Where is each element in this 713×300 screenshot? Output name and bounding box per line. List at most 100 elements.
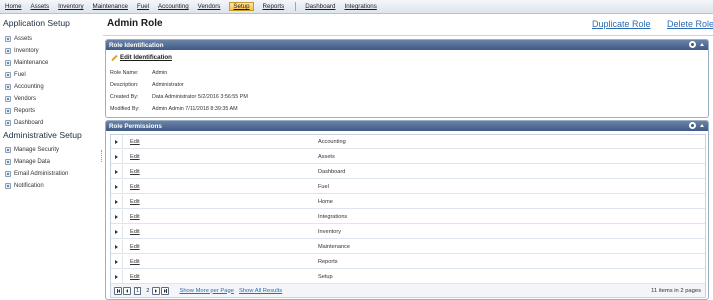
sidebar-item-label: Inventory	[14, 47, 39, 54]
table-row: Edit Fuel	[111, 179, 705, 194]
expand-row-icon[interactable]	[111, 149, 123, 164]
expand-row-icon[interactable]	[111, 254, 123, 269]
next-page-icon[interactable]	[152, 286, 161, 295]
edit-link[interactable]: Edit	[130, 169, 318, 175]
field-label: Created By:	[110, 94, 139, 100]
edit-identification-link[interactable]: Edit Identification	[110, 54, 172, 61]
sidebar-item-notification[interactable]: Notification	[5, 181, 44, 190]
menu-setup[interactable]: Setup	[229, 2, 254, 11]
menu-assets[interactable]: Assets	[31, 3, 50, 10]
panel-controls	[689, 122, 704, 129]
edit-link[interactable]: Edit	[130, 154, 318, 160]
sidebar: Application Setup Assets Inventory Maint…	[0, 14, 100, 300]
sidebar-item-inventory[interactable]: Inventory	[5, 46, 39, 55]
expand-row-icon[interactable]	[111, 134, 123, 149]
sidebar-item-fuel[interactable]: Fuel	[5, 70, 26, 79]
edit-identification-label: Edit Identification	[120, 54, 172, 61]
sidebar-item-label: Manage Security	[14, 146, 60, 153]
edit-link[interactable]: Edit	[130, 244, 318, 250]
module-name: Maintenance	[318, 243, 351, 250]
edit-link[interactable]: Edit	[130, 229, 318, 235]
application-setup-heading: Application Setup	[3, 18, 70, 28]
field-label: Modified By:	[110, 106, 140, 112]
table-row: Edit Dashboard	[111, 164, 705, 179]
last-page-icon[interactable]	[161, 286, 170, 295]
menu-accounting[interactable]: Accounting	[158, 3, 189, 10]
table-row: Edit Home	[111, 194, 705, 209]
settings-page-icon	[5, 107, 11, 114]
expand-row-icon[interactable]	[111, 209, 123, 224]
table-row: Edit Reports	[111, 254, 705, 269]
expand-row-icon[interactable]	[111, 224, 123, 239]
edit-link[interactable]: Edit	[130, 184, 318, 190]
menu-dashboard[interactable]: Dashboard	[305, 3, 335, 10]
edit-link[interactable]: Edit	[130, 214, 318, 220]
menu-home[interactable]: Home	[5, 3, 22, 10]
sidebar-item-maintenance[interactable]: Maintenance	[5, 58, 48, 67]
sidebar-item-manage-security[interactable]: Manage Security	[5, 145, 59, 154]
pager-summary: 11 items in 2 pages	[651, 287, 701, 294]
sidebar-item-label: Assets	[14, 35, 33, 42]
menu-reports[interactable]: Reports	[263, 3, 285, 10]
edit-link[interactable]: Edit	[130, 199, 318, 205]
sidebar-item-assets[interactable]: Assets	[5, 34, 32, 43]
field-description: Description: Administrator	[110, 82, 184, 88]
module-name: Fuel	[318, 183, 329, 190]
module-name: Dashboard	[318, 168, 346, 175]
expand-row-icon[interactable]	[111, 164, 123, 179]
edit-link[interactable]: Edit	[130, 259, 318, 265]
sidebar-item-email-administration[interactable]: Email Administration	[5, 169, 68, 178]
module-name: Setup	[318, 273, 333, 280]
menu-maintenance[interactable]: Maintenance	[93, 3, 128, 10]
role-permissions-panel: Role Permissions Edit Accounting Edit As…	[105, 120, 709, 300]
edit-link[interactable]: Edit	[130, 274, 318, 280]
sidebar-item-label: Email Administration	[14, 170, 69, 177]
main-content: Admin Role Duplicate Role Delete Role Ro…	[103, 14, 713, 300]
module-name: Home	[318, 198, 333, 205]
splitter-grip-icon[interactable]	[101, 150, 102, 162]
module-name: Integrations	[318, 213, 348, 220]
menu-inventory[interactable]: Inventory	[58, 3, 83, 10]
show-more-per-page-link[interactable]: Show More per Page	[179, 288, 233, 294]
field-value: Data Administrator 5/2/2016 3:56:55 PM	[152, 94, 248, 100]
previous-page-icon[interactable]	[123, 286, 131, 295]
menu-fuel[interactable]: Fuel	[137, 3, 149, 10]
field-value: Admin Admin 7/11/2018 8:39:35 AM	[152, 106, 238, 112]
settings-page-icon	[5, 71, 11, 78]
edit-link[interactable]: Edit	[130, 139, 318, 145]
page-number[interactable]: 2	[145, 288, 150, 294]
module-name: Reports	[318, 258, 338, 265]
delete-role-link[interactable]: Delete Role	[667, 19, 713, 29]
table-row: Edit Maintenance	[111, 239, 705, 254]
page-number-current[interactable]: 1	[134, 286, 142, 295]
title-divider	[103, 35, 713, 36]
sidebar-item-reports[interactable]: Reports	[5, 106, 35, 115]
sidebar-item-dashboard[interactable]: Dashboard	[5, 118, 43, 127]
collapse-caret-icon[interactable]	[700, 43, 704, 46]
expand-row-icon[interactable]	[111, 269, 123, 284]
menu-vendors[interactable]: Vendors	[198, 3, 221, 10]
expand-row-icon[interactable]	[111, 194, 123, 209]
show-all-results-link[interactable]: Show All Results	[239, 288, 282, 294]
menu-integrations[interactable]: Integrations	[345, 3, 377, 10]
collapse-caret-icon[interactable]	[700, 124, 704, 127]
page-title: Admin Role	[107, 18, 163, 29]
field-label: Role Name:	[110, 70, 139, 76]
sidebar-item-label: Dashboard	[14, 119, 44, 126]
expand-row-icon[interactable]	[111, 179, 123, 194]
role-identification-panel: Role Identification Edit Identification …	[105, 39, 709, 118]
gear-icon[interactable]	[689, 122, 696, 129]
field-role-name: Role Name: Admin	[110, 70, 167, 76]
settings-page-icon	[5, 158, 11, 165]
gear-icon[interactable]	[689, 41, 696, 48]
sidebar-item-accounting[interactable]: Accounting	[5, 82, 44, 91]
settings-page-icon	[5, 59, 11, 66]
grid-pager: 1 2 Show More per Page Show All Results …	[110, 284, 706, 298]
role-permissions-header: Role Permissions	[106, 121, 708, 131]
expand-row-icon[interactable]	[111, 239, 123, 254]
sidebar-item-manage-data[interactable]: Manage Data	[5, 157, 50, 166]
first-page-icon[interactable]	[114, 286, 122, 295]
sidebar-item-label: Notification	[14, 182, 44, 189]
sidebar-item-vendors[interactable]: Vendors	[5, 94, 36, 103]
duplicate-role-link[interactable]: Duplicate Role	[592, 19, 651, 29]
